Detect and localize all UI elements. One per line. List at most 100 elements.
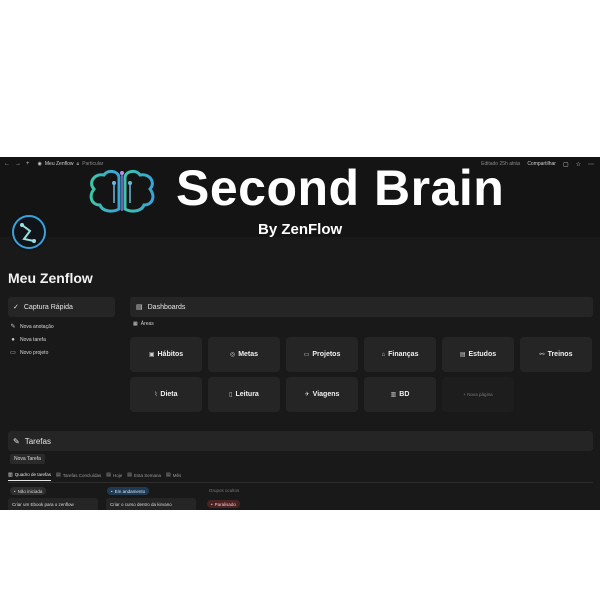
- dashboard-card-financas[interactable]: ⌂ Finanças: [364, 337, 436, 372]
- diet-icon: ⌇: [154, 392, 158, 398]
- breadcrumb[interactable]: ◉ Meu Zenflow 🔒︎ Particular: [38, 161, 104, 167]
- quick-capture-item-label: Nova tarefa: [20, 336, 46, 343]
- dashboard-card-label: Finanças: [388, 351, 419, 358]
- dashboard-card-viagens[interactable]: ✈ Viagens: [286, 377, 358, 412]
- dashboard-card-label: BD: [399, 391, 410, 398]
- list-icon: ▤: [127, 472, 133, 478]
- dashboard-card-label: Estudos: [468, 351, 497, 358]
- breadcrumb-page-name: Meu Zenflow: [44, 161, 74, 167]
- tab-label: Mês: [172, 472, 182, 478]
- dot-icon: •: [211, 501, 213, 507]
- bank-icon: ⌂: [381, 351, 386, 358]
- book-icon: ▤: [459, 352, 466, 358]
- check-icon: ✓: [13, 304, 19, 311]
- new-task-button[interactable]: Nova Tarefa: [10, 454, 45, 464]
- dashboard-card-label: Viagens: [312, 391, 340, 398]
- dashboards-view-label: Áreas: [140, 321, 154, 327]
- dashboard-card-habitos[interactable]: ▣ Hábitos: [130, 337, 202, 372]
- brain-logo-icon: [89, 169, 155, 213]
- tasks-view-tabs: ▥ Quadro de tarefas ▤ Tarefas Concluídas…: [8, 469, 181, 481]
- quick-capture-new-task-button[interactable]: ● Nova tarefa: [10, 333, 110, 346]
- zenflow-page-icon[interactable]: [10, 213, 48, 251]
- dashboards-header[interactable]: ▤ Dashboards: [130, 297, 593, 317]
- quick-capture-list: ✎ Nova anotação ● Nova tarefa ▭ Novo pro…: [10, 320, 110, 359]
- dot-icon: •: [14, 488, 16, 494]
- dashboards-view-tab[interactable]: ▦ Áreas: [133, 321, 154, 327]
- database-icon: ▥: [390, 392, 397, 398]
- share-button[interactable]: Compartilhar: [527, 161, 556, 167]
- dashboard-card-label: Hábitos: [157, 351, 184, 358]
- dashboard-card-label: Leitura: [235, 391, 259, 398]
- quick-capture-item-label: Nova anotação: [20, 323, 54, 330]
- new-page-icon[interactable]: +: [26, 161, 30, 167]
- board-icon: ▥: [8, 471, 13, 478]
- dashboard-card-metas[interactable]: ◎ Metas: [208, 337, 280, 372]
- tasks-header[interactable]: ✎ Tarefas: [8, 431, 593, 451]
- dashboard-icon: ▤: [136, 304, 143, 311]
- new-page-card[interactable]: + Nova página: [442, 377, 514, 412]
- tab-hoje[interactable]: ▤ Hoje: [106, 469, 122, 481]
- comments-icon[interactable]: ▢: [563, 161, 569, 168]
- column-label: Em andamento: [114, 488, 146, 494]
- dashboard-card-label: Metas: [238, 351, 259, 358]
- quick-capture-title: Captura Rápida: [23, 303, 73, 311]
- dashboard-card-label: Dieta: [160, 391, 178, 398]
- tab-label: Tarefas Concluídas: [62, 472, 102, 478]
- dashboards-title: Dashboards: [147, 303, 186, 311]
- lock-icon: 🔒︎: [76, 161, 80, 167]
- list-icon: ▤: [106, 472, 112, 478]
- column-not-started-badge[interactable]: • Não iniciada: [10, 487, 47, 495]
- quick-capture-new-project-button[interactable]: ▭ Novo projeto: [10, 346, 110, 359]
- open-book-icon: ▯: [229, 392, 233, 398]
- task-card[interactable]: Criar o curso dentro da kirvano: [106, 498, 196, 510]
- quick-capture-header[interactable]: ✓ Captura Rápida: [8, 297, 115, 317]
- quick-capture-item-label: Novo projeto: [20, 349, 49, 356]
- star-icon[interactable]: ☆: [576, 161, 581, 168]
- edit-icon: ✎: [10, 324, 16, 330]
- column-label: Paralisado: [214, 501, 236, 507]
- notion-window: Second Brain By ZenFlow ← → + ◉ Meu Zenf…: [0, 157, 600, 510]
- more-icon[interactable]: ⋯: [588, 161, 594, 168]
- dashboard-card-treinos[interactable]: ⚯ Treinos: [520, 337, 592, 372]
- dot-icon: •: [111, 488, 113, 494]
- breadcrumb-page-icon: ◉: [37, 161, 42, 167]
- tasks-title: Tarefas: [24, 436, 51, 446]
- hidden-groups-label: Grupos ocultos: [209, 488, 240, 493]
- edited-timestamp: Editado 25h atrás: [481, 161, 521, 167]
- edit-square-icon: ✎: [13, 436, 20, 446]
- plane-icon: ✈: [304, 392, 310, 398]
- dashboard-card-estudos[interactable]: ▤ Estudos: [442, 337, 514, 372]
- dashboard-card-dieta[interactable]: ⌇ Dieta: [130, 377, 202, 412]
- target-icon: ◎: [229, 352, 236, 358]
- folder-icon: ▭: [10, 350, 16, 356]
- gallery-icon: ▦: [133, 321, 138, 327]
- tab-tarefas-concluidas[interactable]: ▤ Tarefas Concluídas: [56, 469, 101, 481]
- dashboard-card-projetos[interactable]: ▭ Projetos: [286, 337, 358, 372]
- tab-quadro-de-tarefas[interactable]: ▥ Quadro de tarefas: [8, 469, 52, 481]
- cover-byline: By ZenFlow: [258, 221, 343, 237]
- column-label: Não iniciada: [17, 488, 43, 494]
- privacy-label[interactable]: Particular: [82, 161, 103, 167]
- top-bar: ← → + ◉ Meu Zenflow 🔒︎ Particular Editad…: [0, 157, 600, 171]
- new-page-label: + Nova página: [463, 392, 493, 397]
- tab-esta-semana[interactable]: ▤ Esta Semana: [127, 469, 161, 481]
- habits-icon: ▣: [148, 352, 155, 358]
- page-title[interactable]: Meu Zenflow: [8, 270, 93, 286]
- forward-arrow-icon[interactable]: →: [15, 161, 21, 167]
- list-icon: ▤: [56, 472, 61, 478]
- back-arrow-icon[interactable]: ←: [4, 161, 10, 167]
- dashboard-card-leitura[interactable]: ▯ Leitura: [208, 377, 280, 412]
- tab-mes[interactable]: ▤ Mês: [166, 469, 181, 481]
- column-paused-badge[interactable]: • Paralisado: [207, 500, 240, 508]
- list-icon: ▤: [166, 472, 171, 478]
- folder-icon: ▭: [303, 352, 310, 358]
- tabs-divider: [8, 482, 593, 483]
- tab-label: Quadro de tarefas: [14, 472, 52, 477]
- dumbbell-icon: ⚯: [539, 352, 545, 358]
- dashboard-card-label: Projetos: [312, 351, 341, 358]
- tab-label: Hoje: [113, 472, 123, 478]
- dashboard-card-bd[interactable]: ▥ BD: [364, 377, 436, 412]
- column-in-progress-badge[interactable]: • Em andamento: [107, 487, 150, 495]
- task-card[interactable]: Criar um Ebook para o zenflow: [8, 498, 98, 510]
- quick-capture-new-note-button[interactable]: ✎ Nova anotação: [10, 320, 110, 333]
